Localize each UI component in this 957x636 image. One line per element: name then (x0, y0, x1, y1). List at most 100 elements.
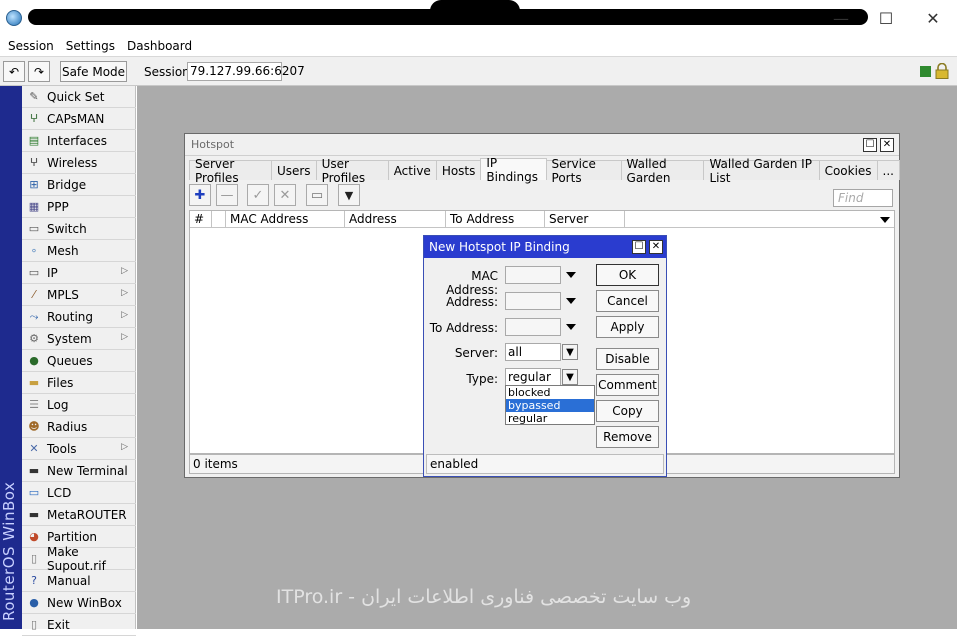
column-server[interactable]: Server (545, 211, 625, 228)
apply-button[interactable]: Apply (596, 316, 659, 338)
server-select-arrow-icon[interactable]: ▼ (562, 344, 578, 360)
disable-icon[interactable]: ✕ (274, 184, 296, 206)
mesh-icon: ∘ (30, 244, 38, 257)
sidebar-item-label: System (47, 331, 92, 346)
submenu-arrow-icon: ▷ (121, 310, 128, 320)
connection-status-icon (920, 66, 931, 77)
sidebar-item[interactable]: ? Manual (22, 570, 136, 592)
lcd-icon: ▭ (28, 486, 40, 499)
address-field[interactable] (505, 292, 561, 310)
menu-session[interactable]: Session (4, 39, 58, 53)
redo-button[interactable]: ↷ (28, 61, 50, 82)
tab-server-profiles[interactable]: Server Profiles (189, 157, 272, 185)
sidebar-item[interactable]: ⁄ MPLS ▷ (22, 284, 136, 306)
undo-button[interactable]: ↶ (3, 61, 25, 82)
sidebar-item-label: MetaROUTER (47, 507, 127, 522)
tab-active[interactable]: Active (387, 160, 437, 180)
add-icon[interactable]: ✚ (189, 184, 211, 206)
remove-icon[interactable]: — (216, 184, 238, 206)
sidebar-item[interactable]: ✕ Tools ▷ (22, 438, 136, 460)
sidebar-item[interactable]: ▬ New Terminal (22, 460, 136, 482)
column-to-address[interactable]: To Address (446, 211, 545, 228)
mac-address-dropdown-icon[interactable] (566, 272, 576, 278)
dialog-maximize-icon[interactable]: ☐ (632, 240, 646, 254)
menu-dashboard[interactable]: Dashboard (123, 39, 196, 53)
sidebar-item-label: New WinBox (47, 595, 122, 610)
filter-icon[interactable]: ▼ (338, 184, 360, 206)
column-mac-address[interactable]: MAC Address (226, 211, 345, 228)
tab-users[interactable]: Users (270, 160, 317, 180)
tab-hosts[interactable]: Hosts (435, 160, 482, 180)
minimize-icon[interactable]: — (826, 4, 856, 32)
ok-button[interactable]: OK (596, 264, 659, 286)
to-address-dropdown-icon[interactable] (566, 324, 576, 330)
sidebar-item[interactable]: ⵖ Wireless (22, 152, 136, 174)
users-icon: ☻ (28, 420, 40, 433)
menu-settings[interactable]: Settings (62, 39, 119, 53)
tab-walled-garden-ip-list[interactable]: Walled Garden IP List (703, 157, 820, 185)
submenu-arrow-icon: ▷ (121, 266, 128, 276)
maximize-icon[interactable]: ☐ (871, 4, 901, 32)
sidebar-item[interactable]: ☰ Log (22, 394, 136, 416)
server-select[interactable]: all (505, 343, 561, 361)
tab-service-ports[interactable]: Service Ports (545, 157, 622, 185)
type-select[interactable]: regular (505, 368, 561, 386)
close-icon[interactable]: ✕ (918, 4, 948, 32)
sidebar-item[interactable]: ⤳ Routing ▷ (22, 306, 136, 328)
tab-walled-garden[interactable]: Walled Garden (620, 157, 705, 185)
tab-cookies[interactable]: Cookies (818, 160, 878, 180)
sidebar-item[interactable]: ▬ Files (22, 372, 136, 394)
address-dropdown-icon[interactable] (566, 298, 576, 304)
column-index[interactable]: # (190, 211, 212, 228)
dialog-close-icon[interactable]: ✕ (649, 240, 663, 254)
type-option-blocked[interactable]: blocked (506, 386, 594, 399)
column-chooser-icon[interactable] (880, 217, 890, 223)
main-toolbar: ↶ ↷ Safe Mode Session: 79.127.99.66:6207 (0, 56, 957, 86)
sidebar-item[interactable]: ▦ PPP (22, 196, 136, 218)
server-label: Server: (454, 346, 498, 360)
lock-icon (935, 63, 949, 79)
find-input[interactable]: Find (833, 189, 893, 207)
sidebar-item[interactable]: ▯ Make Supout.rif (22, 545, 136, 573)
sidebar: ✎ Quick Set ⵖ CAPsMAN ▤ Interfaces ⵖ Wireless ⊞ B… (22, 86, 136, 636)
tab-more[interactable]: ... (876, 160, 900, 180)
sidebar-item[interactable]: ⊞ Bridge (22, 174, 136, 196)
comment-button[interactable]: Comment (596, 374, 659, 396)
comment-icon[interactable]: ▭ (306, 184, 328, 206)
disable-button[interactable]: Disable (596, 348, 659, 370)
sidebar-item-label: Interfaces (47, 133, 107, 148)
sidebar-item[interactable]: ∘ Mesh (22, 240, 136, 262)
sidebar-item-label: IP (47, 265, 58, 280)
hotspot-maximize-icon[interactable]: ☐ (863, 138, 877, 152)
enable-icon[interactable]: ✓ (247, 184, 269, 206)
sidebar-item[interactable]: ⚙ System ▷ (22, 328, 136, 350)
type-option-regular[interactable]: regular (506, 412, 594, 425)
type-option-bypassed[interactable]: bypassed (506, 399, 594, 412)
sidebar-item[interactable]: ▭ LCD (22, 482, 136, 504)
to-address-field[interactable] (505, 318, 561, 336)
sidebar-item[interactable]: ▯ Exit (22, 614, 136, 636)
sidebar-item[interactable]: ⵖ CAPsMAN (22, 108, 136, 130)
cancel-button[interactable]: Cancel (596, 290, 659, 312)
sidebar-item[interactable]: ✎ Quick Set (22, 86, 136, 108)
session-address-field[interactable]: 79.127.99.66:6207 (187, 62, 305, 81)
sidebar-item[interactable]: ▭ IP ▷ (22, 262, 136, 284)
hotspot-close-icon[interactable]: ✕ (880, 138, 894, 152)
tab-user-profiles[interactable]: User Profiles (315, 157, 389, 185)
sidebar-item[interactable]: ● New WinBox (22, 592, 136, 614)
sidebar-item[interactable]: ● Queues (22, 350, 136, 372)
submenu-arrow-icon: ▷ (121, 332, 128, 342)
log-icon: ☰ (29, 398, 39, 411)
column-address[interactable]: Address (345, 211, 446, 228)
tab-ip-bindings[interactable]: IP Bindings (480, 156, 547, 184)
sidebar-item[interactable]: ▤ Interfaces (22, 130, 136, 152)
safe-mode-button[interactable]: Safe Mode (60, 61, 127, 82)
sidebar-item[interactable]: ☻ Radius (22, 416, 136, 438)
sidebar-item[interactable]: ▭ Switch (22, 218, 136, 240)
sidebar-item[interactable]: ▬ MetaROUTER (22, 504, 136, 526)
copy-button[interactable]: Copy (596, 400, 659, 422)
sidebar-item-label: MPLS (47, 287, 79, 302)
type-select-arrow-icon[interactable]: ▼ (562, 369, 578, 385)
remove-button[interactable]: Remove (596, 426, 659, 448)
mac-address-field[interactable] (505, 266, 561, 284)
